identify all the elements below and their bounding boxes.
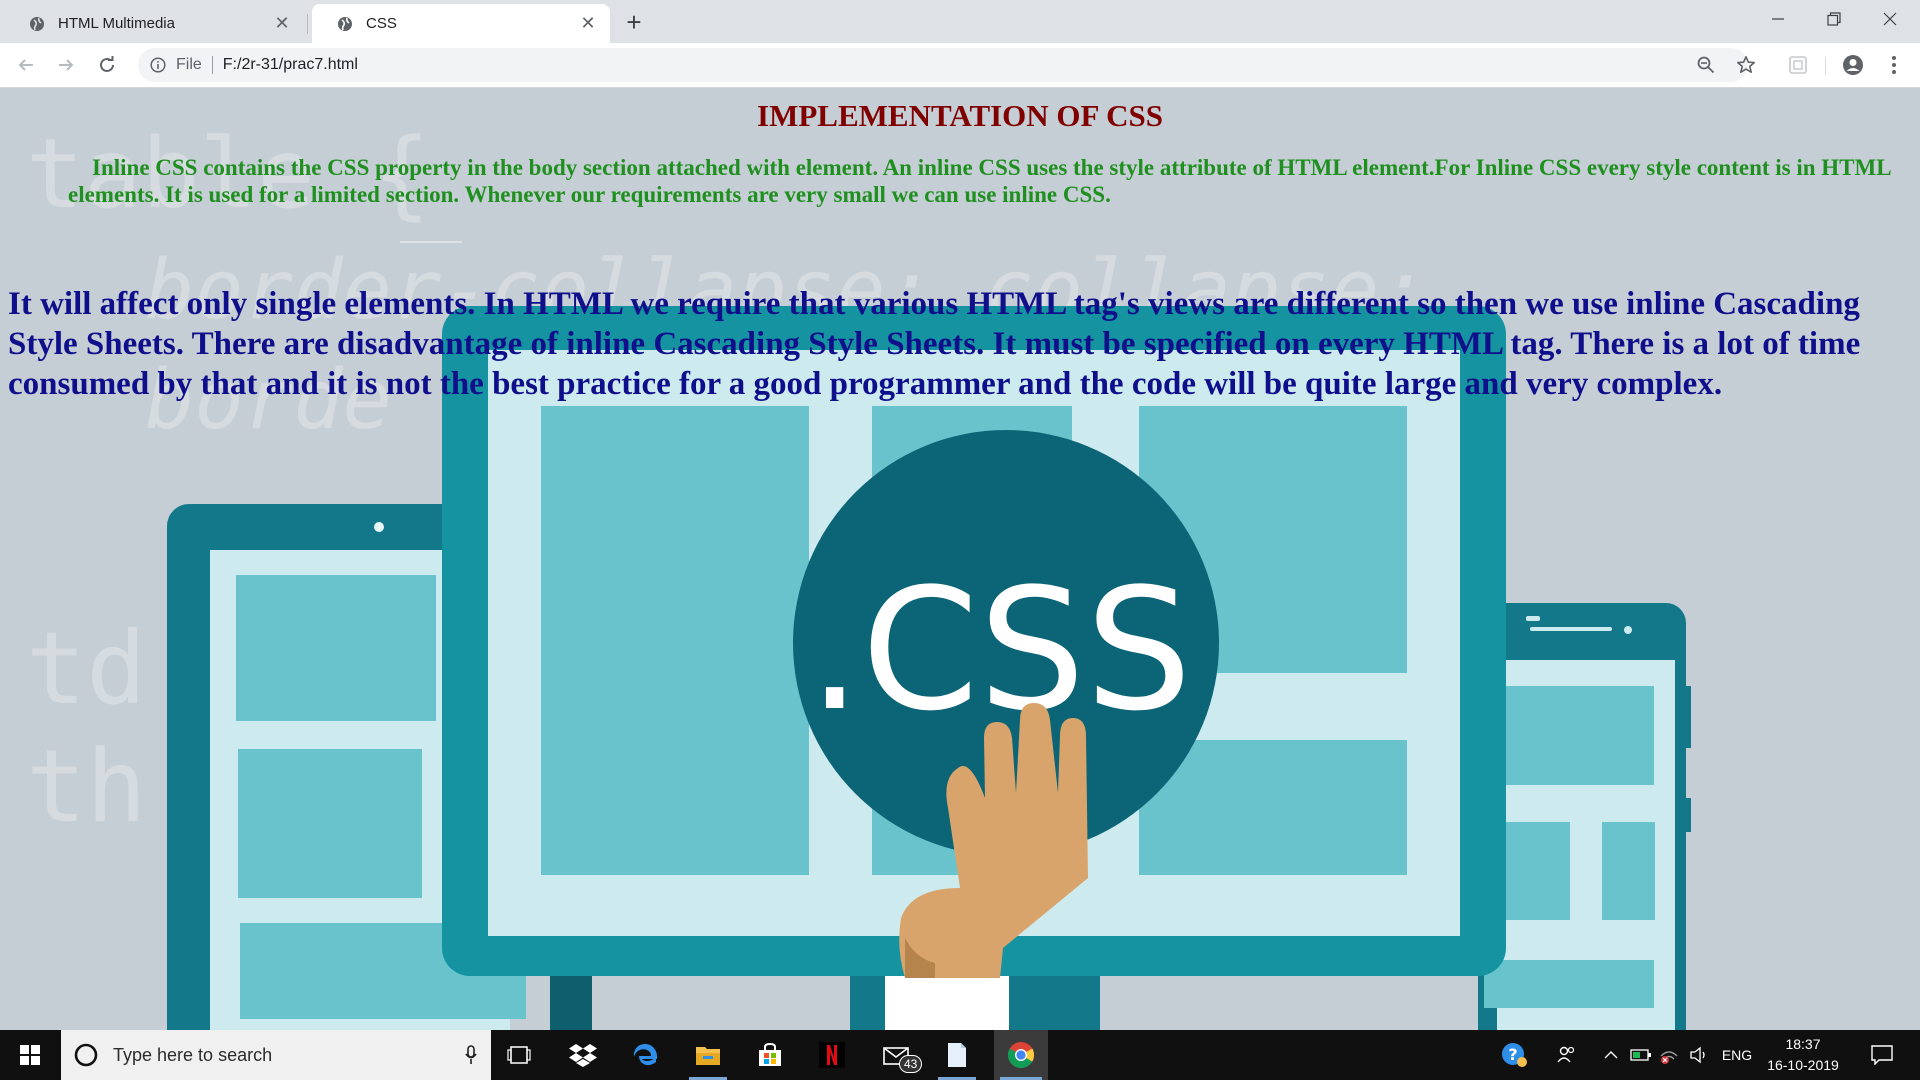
start-button[interactable] <box>0 1030 60 1080</box>
inline-css-description: Inline CSS contains the CSS property in … <box>68 155 1891 207</box>
network-disconnected-icon <box>1660 1051 1678 1064</box>
tab-html-multimedia[interactable]: HTML Multimedia ✕ <box>4 4 304 43</box>
close-icon <box>1883 12 1897 26</box>
tab-title: CSS <box>366 15 397 32</box>
clock-date: 16-10-2019 <box>1767 1057 1839 1073</box>
extension-button[interactable] <box>1782 49 1814 81</box>
svg-text:?: ? <box>1508 1045 1517 1064</box>
extension-icon <box>1789 56 1807 74</box>
task-view-icon <box>507 1046 531 1064</box>
info-icon[interactable] <box>148 55 168 75</box>
minimize-button[interactable] <box>1750 0 1806 38</box>
toolbar-divider <box>1825 57 1826 75</box>
windows-taskbar: Type here to search 43 ? ENG 18:37 16-10… <box>0 1030 1920 1080</box>
tab-close-icon[interactable]: ✕ <box>272 13 292 34</box>
kebab-menu-icon <box>1892 56 1896 74</box>
help-icon: ? <box>1502 1043 1527 1067</box>
mail-taskbar-button[interactable]: 43 <box>869 1030 925 1080</box>
minimize-icon <box>1772 18 1784 20</box>
zoom-icon[interactable] <box>1693 52 1719 78</box>
bookmark-star-icon[interactable] <box>1733 52 1759 78</box>
restore-button[interactable] <box>1806 0 1862 38</box>
browser-toolbar: File F:/2r-31/prac7.html <box>0 43 1920 88</box>
globe-icon <box>28 15 46 33</box>
url-text[interactable]: F:/2r-31/prac7.html <box>223 56 358 74</box>
close-window-button[interactable] <box>1862 0 1918 38</box>
back-arrow-icon <box>18 59 33 71</box>
reload-icon <box>100 56 114 72</box>
store-bag-icon <box>759 1043 781 1066</box>
profile-button[interactable] <box>1837 49 1869 81</box>
cortana-circle-icon <box>74 1043 98 1067</box>
edge-icon <box>633 1044 658 1066</box>
menu-button[interactable] <box>1878 49 1910 81</box>
tab-strip: HTML Multimedia ✕ CSS ✕ + <box>0 0 1920 43</box>
speaker-icon <box>1690 1046 1705 1064</box>
netflix-taskbar-button[interactable] <box>807 1030 857 1080</box>
chrome-icon <box>1007 1042 1035 1069</box>
microphone-icon[interactable] <box>465 1045 477 1065</box>
chrome-taskbar-button[interactable] <box>994 1030 1048 1080</box>
restore-icon <box>1827 12 1841 26</box>
inline-css-disadvantages: It will affect only single elements. In … <box>8 286 1861 402</box>
show-hidden-icons-button[interactable] <box>1598 1030 1624 1080</box>
network-tray-button[interactable] <box>1656 1030 1682 1080</box>
scheme-label: File <box>176 56 202 73</box>
chevron-up-icon <box>1604 1051 1618 1059</box>
page-viewport: table { border-collapse: collapse; borde… <box>0 88 1920 1030</box>
store-taskbar-button[interactable] <box>745 1030 795 1080</box>
netflix-icon <box>819 1042 845 1068</box>
taskbar-search-box[interactable]: Type here to search <box>61 1030 491 1080</box>
search-placeholder: Type here to search <box>113 1044 273 1065</box>
dropbox-taskbar-button[interactable] <box>558 1030 608 1080</box>
document-icon <box>948 1043 966 1067</box>
css-logo-text: .CSS <box>808 552 1192 748</box>
tab-separator <box>307 14 308 34</box>
mail-badge: 43 <box>899 1055 923 1073</box>
reload-button[interactable] <box>91 49 123 81</box>
volume-tray-button[interactable] <box>1686 1030 1712 1080</box>
dropbox-icon <box>569 1044 597 1067</box>
battery-tray-button[interactable] <box>1628 1030 1654 1080</box>
file-explorer-taskbar-button[interactable] <box>683 1030 733 1080</box>
edge-taskbar-button[interactable] <box>620 1030 670 1080</box>
back-button[interactable] <box>10 49 42 81</box>
globe-icon <box>336 15 354 33</box>
taskbar-clock[interactable]: 18:37 16-10-2019 <box>1748 1034 1858 1076</box>
people-icon <box>1557 1046 1575 1063</box>
forward-button[interactable] <box>50 49 82 81</box>
avatar-icon <box>1843 55 1863 75</box>
help-tray-button[interactable]: ? <box>1496 1030 1532 1080</box>
new-tab-button[interactable]: + <box>620 7 648 37</box>
windows-logo-icon <box>20 1045 40 1065</box>
people-tray-button[interactable] <box>1552 1030 1582 1080</box>
tab-css[interactable]: CSS ✕ <box>312 4 610 43</box>
folder-icon <box>696 1047 720 1065</box>
action-center-button[interactable] <box>1862 1030 1902 1080</box>
address-bar[interactable]: File F:/2r-31/prac7.html <box>138 48 1755 82</box>
tab-title: HTML Multimedia <box>58 15 175 32</box>
notification-icon <box>1871 1045 1893 1065</box>
task-view-button[interactable] <box>494 1030 544 1080</box>
battery-icon <box>1630 1049 1651 1061</box>
tab-close-icon[interactable]: ✕ <box>578 13 598 34</box>
document-taskbar-button[interactable] <box>932 1030 982 1080</box>
css-illustration: .CSS <box>167 306 1691 1030</box>
phone-illustration <box>1478 603 1691 1030</box>
clock-time: 18:37 <box>1785 1036 1821 1052</box>
forward-arrow-icon <box>59 59 74 71</box>
page-title: IMPLEMENTATION OF CSS <box>757 98 1163 133</box>
address-divider <box>211 56 213 74</box>
